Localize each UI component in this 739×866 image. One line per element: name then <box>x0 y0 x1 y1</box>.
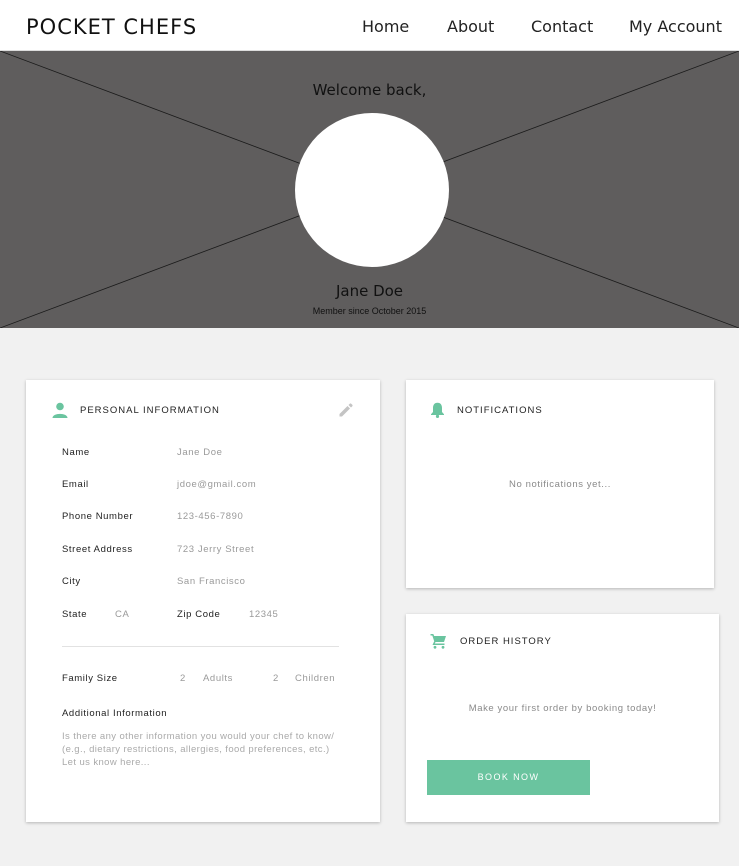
personal-information-title: PERSONAL INFORMATION <box>80 405 220 416</box>
order-history-title: ORDER HISTORY <box>460 636 552 647</box>
order-history-card: ORDER HISTORY Make your first order by b… <box>406 614 719 822</box>
zip-code-value[interactable]: 12345 <box>249 609 278 620</box>
additional-information-label: Additional Information <box>62 708 168 719</box>
welcome-heading: Welcome back, <box>312 81 427 99</box>
city-value[interactable]: San Francisco <box>177 576 246 587</box>
section-divider <box>62 646 339 647</box>
zip-code-label: Zip Code <box>177 609 221 620</box>
cart-icon <box>430 634 446 649</box>
children-count[interactable]: 2 <box>273 673 279 684</box>
user-name: Jane Doe <box>335 282 404 300</box>
top-navbar: POCKET CHEFS Home About Contact My Accou… <box>0 0 739 51</box>
notifications-title: NOTIFICATIONS <box>457 405 543 416</box>
nav-about-link[interactable]: About <box>447 17 494 36</box>
name-label: Name <box>62 447 90 458</box>
email-label: Email <box>62 479 89 490</box>
bell-icon <box>431 402 444 418</box>
member-since-text: Member since October 2015 <box>312 306 427 316</box>
profile-hero-banner: Welcome back, Jane Doe Member since Octo… <box>0 51 739 328</box>
email-value[interactable]: jdoe@gmail.com <box>177 479 256 490</box>
state-value[interactable]: CA <box>115 609 129 620</box>
children-label: Children <box>295 673 336 684</box>
personal-information-card: PERSONAL INFORMATION Name Jane Doe Email… <box>26 380 380 822</box>
notifications-card: NOTIFICATIONS No notifications yet... <box>406 380 714 588</box>
phone-label: Phone Number <box>62 511 134 522</box>
brand-logo[interactable]: POCKET CHEFS <box>26 15 197 39</box>
adults-label: Adults <box>203 673 234 684</box>
nav-my-account-link[interactable]: My Account <box>629 17 722 36</box>
additional-information-textarea[interactable]: Is there any other information you would… <box>62 730 344 769</box>
name-value[interactable]: Jane Doe <box>177 447 222 458</box>
nav-home-link[interactable]: Home <box>362 17 409 36</box>
pencil-icon[interactable] <box>338 402 354 418</box>
order-history-empty-message: Make your first order by booking today! <box>468 703 657 714</box>
book-now-button[interactable]: BOOK NOW <box>427 760 590 795</box>
phone-value[interactable]: 123-456-7890 <box>177 511 243 522</box>
adults-count[interactable]: 2 <box>180 673 186 684</box>
street-address-value[interactable]: 723 Jerry Street <box>177 544 254 555</box>
city-label: City <box>62 576 81 587</box>
street-address-label: Street Address <box>62 544 133 555</box>
person-icon <box>52 402 68 418</box>
state-label: State <box>62 609 88 620</box>
family-size-label: Family Size <box>62 673 118 684</box>
nav-contact-link[interactable]: Contact <box>531 17 593 36</box>
notifications-empty-message: No notifications yet... <box>509 479 611 490</box>
avatar[interactable] <box>295 113 449 267</box>
